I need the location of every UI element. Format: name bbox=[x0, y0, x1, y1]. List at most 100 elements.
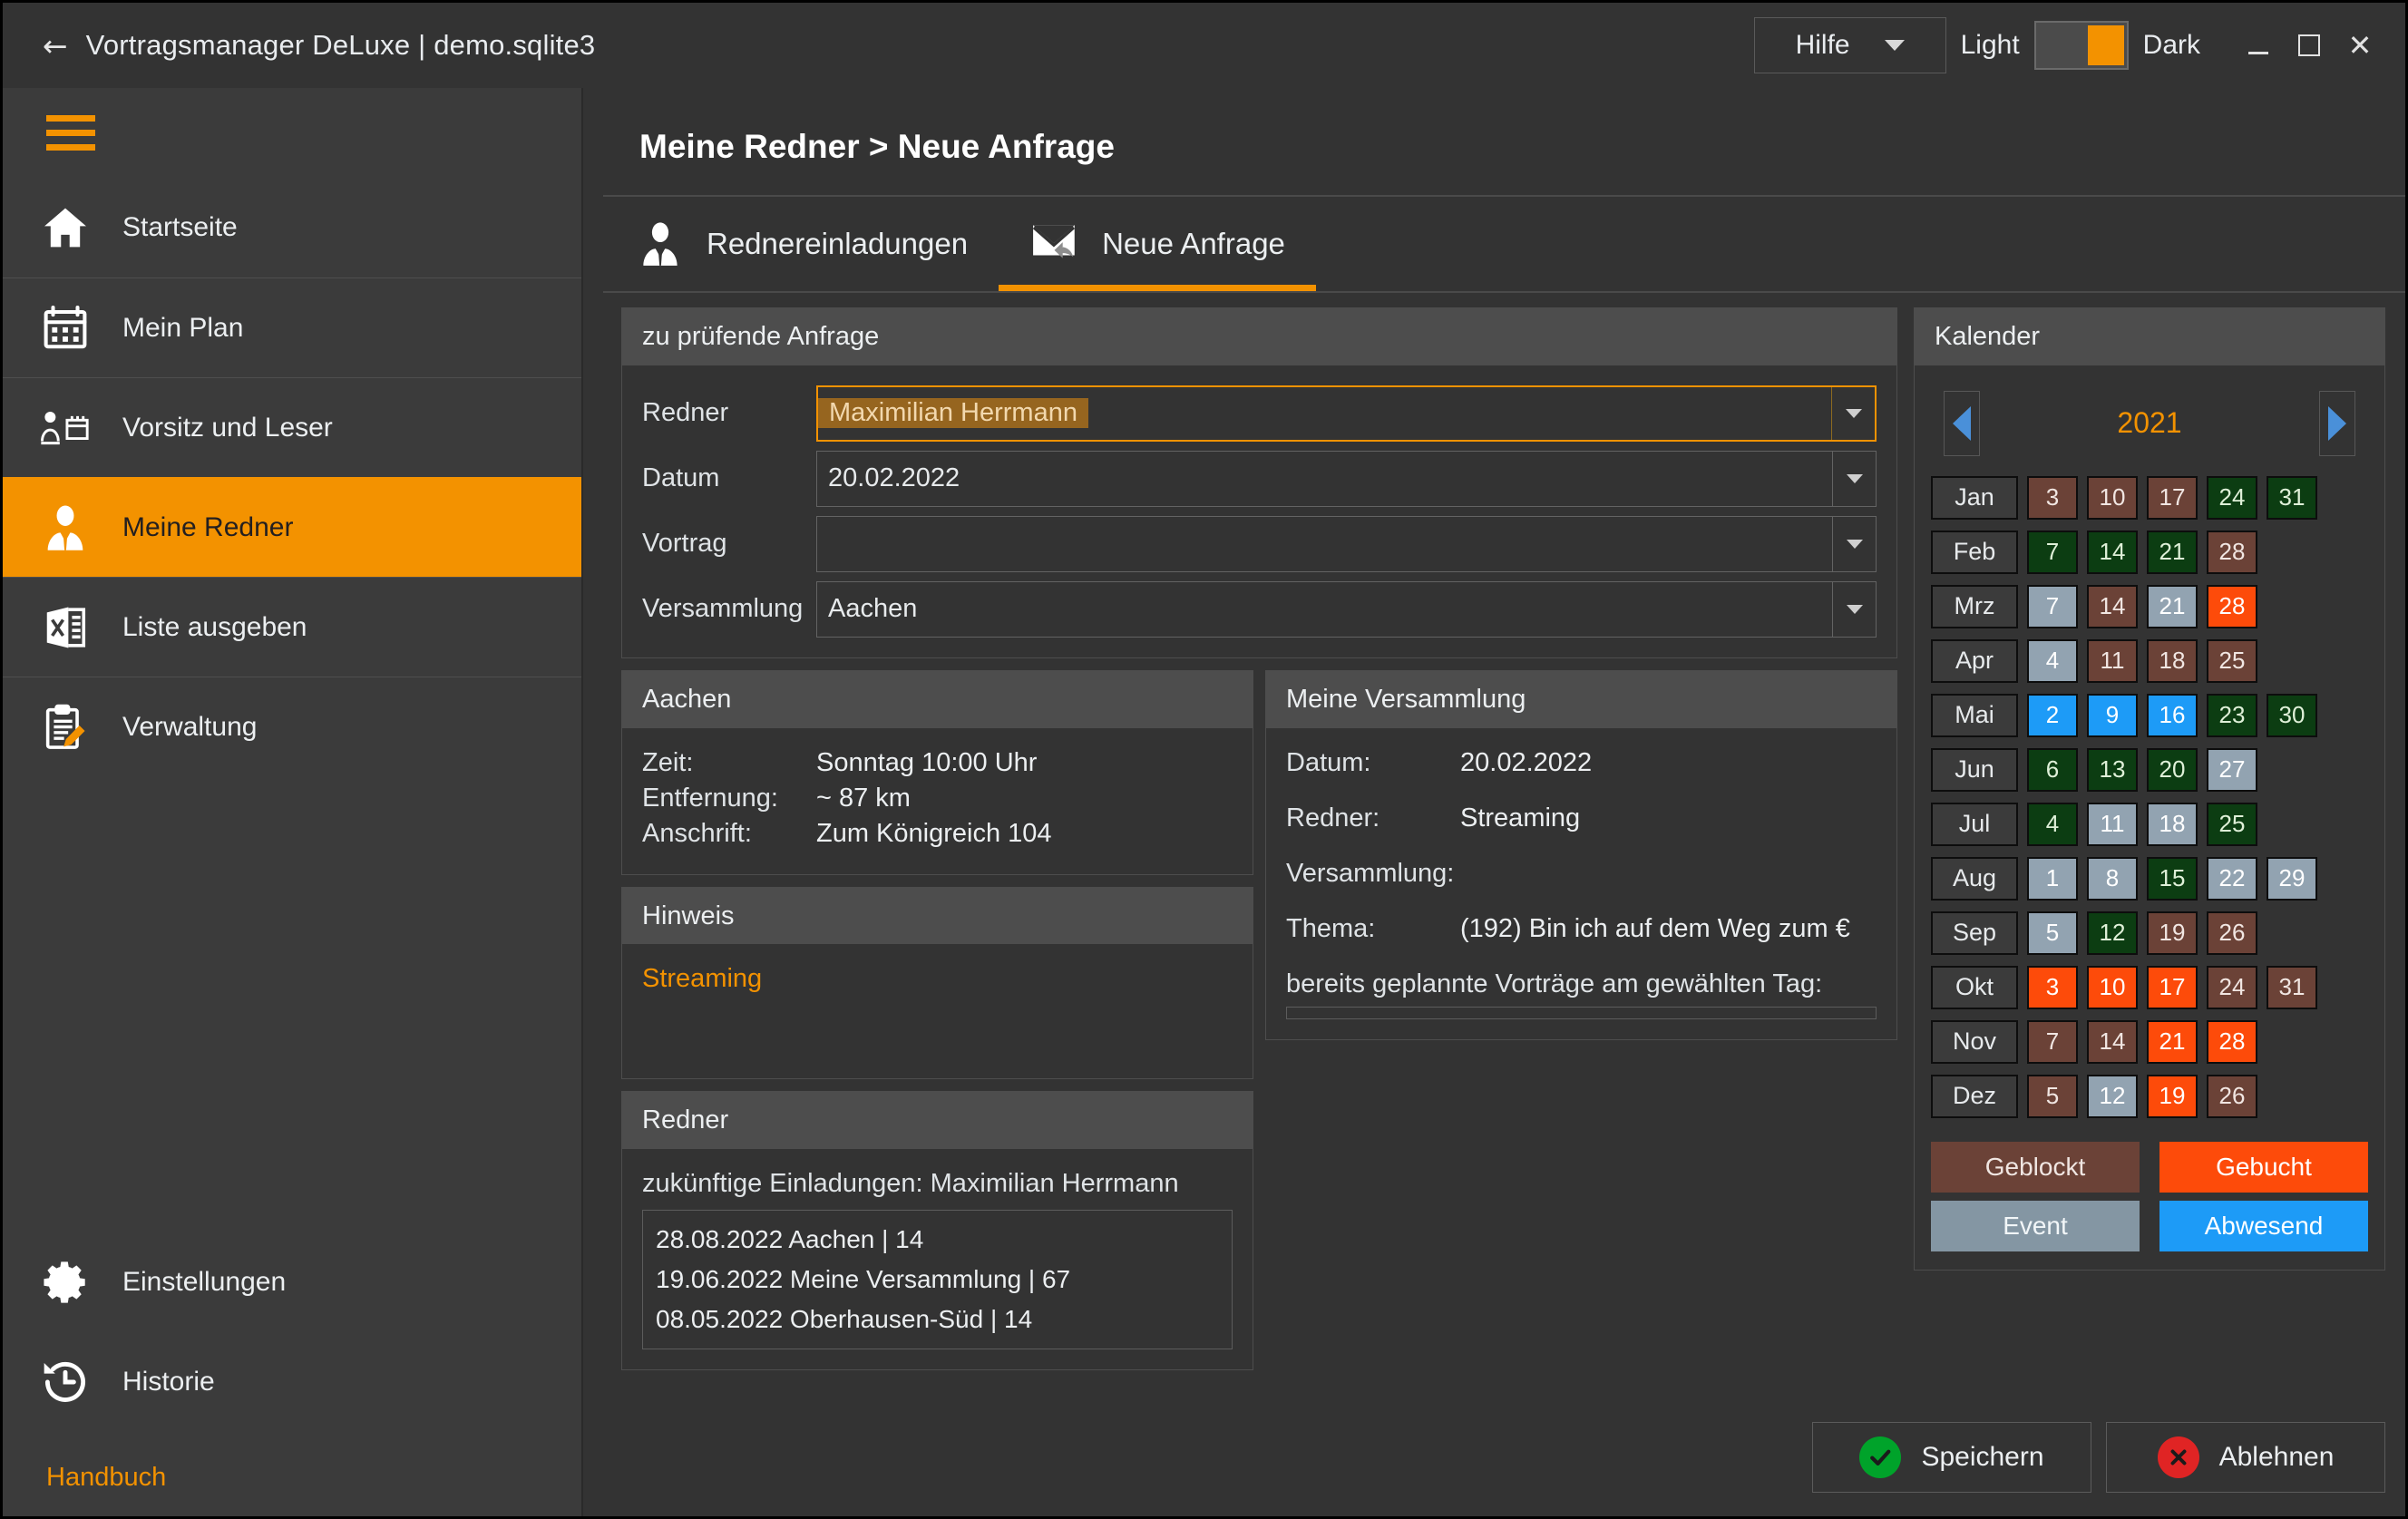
calendar-day-geblockt[interactable]: 17 bbox=[2147, 475, 2198, 520]
calendar-day-geblockt[interactable]: 14 bbox=[2087, 584, 2138, 628]
calendar-day-geblockt[interactable]: 31 bbox=[2267, 965, 2317, 1009]
calendar-day-frei[interactable]: 14 bbox=[2087, 530, 2138, 574]
calendar-day-frei[interactable]: 24 bbox=[2207, 475, 2257, 520]
tab-neue-anfrage[interactable]: Neue Anfrage bbox=[999, 197, 1316, 291]
calendar-day-frei[interactable]: 6 bbox=[2027, 747, 2078, 792]
reject-button[interactable]: Ablehnen bbox=[2106, 1422, 2385, 1493]
calendar-day-geblockt[interactable]: 3 bbox=[2027, 475, 2078, 520]
excel-icon bbox=[39, 601, 92, 654]
my-congregation-panel-title: Meine Versammlung bbox=[1266, 670, 1896, 728]
sidebar-item-historie[interactable]: Historie bbox=[3, 1332, 581, 1432]
calendar-day-frei[interactable]: 15 bbox=[2147, 856, 2198, 901]
calendar-day-frei[interactable]: 13 bbox=[2087, 747, 2138, 792]
calendar-day-geblockt[interactable]: 7 bbox=[2027, 1019, 2078, 1064]
calendar-day-geblockt[interactable]: 5 bbox=[2027, 1074, 2078, 1118]
future-invitations-list[interactable]: 28.08.2022 Aachen | 14 19.06.2022 Meine … bbox=[642, 1210, 1233, 1350]
calendar-day-frei[interactable]: 7 bbox=[2027, 530, 2078, 574]
tab-rednereinladungen[interactable]: Rednereinladungen bbox=[603, 197, 999, 291]
sidebar-item-label: Einstellungen bbox=[122, 1267, 287, 1297]
calendar-day-frei[interactable]: 25 bbox=[2207, 802, 2257, 846]
calendar-day-frei[interactable]: 12 bbox=[2087, 910, 2138, 955]
toggle-track bbox=[2038, 25, 2088, 65]
calendar-day-geblockt[interactable]: 26 bbox=[2207, 910, 2257, 955]
legend-abwesend[interactable]: Abwesend bbox=[2159, 1200, 2368, 1251]
calendar-day-geblockt[interactable]: 25 bbox=[2207, 638, 2257, 683]
minimize-icon[interactable] bbox=[2233, 20, 2284, 71]
my-congregation-row: Versammlung: bbox=[1286, 859, 1877, 889]
toggle-knob bbox=[2087, 25, 2124, 65]
chevron-down-icon[interactable] bbox=[1832, 451, 1876, 506]
hamburger-icon[interactable] bbox=[3, 88, 581, 178]
sidebar-item-einstellungen[interactable]: Einstellungen bbox=[3, 1232, 581, 1332]
save-button[interactable]: Speichern bbox=[1812, 1422, 2091, 1493]
legend-geblockt[interactable]: Geblockt bbox=[1931, 1141, 2140, 1193]
close-icon[interactable]: ✕ bbox=[2335, 20, 2385, 71]
redner-combobox[interactable]: Maximilian Herrmann bbox=[816, 385, 1877, 442]
legend-gebucht[interactable]: Gebucht bbox=[2159, 1141, 2368, 1193]
calendar-day-geblockt[interactable]: 11 bbox=[2087, 638, 2138, 683]
calendar-day-event[interactable]: 7 bbox=[2027, 584, 2078, 628]
chevron-down-icon[interactable] bbox=[1831, 386, 1875, 440]
calendar-day-event[interactable]: 4 bbox=[2027, 638, 2078, 683]
calendar-day-event[interactable]: 18 bbox=[2147, 802, 2198, 846]
next-year-button[interactable] bbox=[2319, 390, 2355, 456]
legend-event[interactable]: Event bbox=[1931, 1200, 2140, 1251]
list-item[interactable]: 28.08.2022 Aachen | 14 bbox=[656, 1220, 1219, 1260]
calendar-day-event[interactable]: 21 bbox=[2147, 584, 2198, 628]
calendar-day-event[interactable]: 5 bbox=[2027, 910, 2078, 955]
prev-year-button[interactable] bbox=[1944, 390, 1980, 456]
calendar-day-event[interactable]: 29 bbox=[2267, 856, 2317, 901]
calendar-day-frei[interactable]: 31 bbox=[2267, 475, 2317, 520]
calendar-day-gebucht[interactable]: 17 bbox=[2147, 965, 2198, 1009]
calendar-day-abwesend[interactable]: 9 bbox=[2087, 693, 2138, 737]
sidebar-item-meine-redner[interactable]: Meine Redner bbox=[3, 477, 581, 577]
calendar-day-gebucht[interactable]: 28 bbox=[2207, 1019, 2257, 1064]
calendar-day-frei[interactable]: 23 bbox=[2207, 693, 2257, 737]
back-arrow-icon[interactable]: ← bbox=[43, 31, 68, 61]
manual-link[interactable]: Handbuch bbox=[3, 1448, 581, 1516]
sidebar-item-startseite[interactable]: Startseite bbox=[3, 178, 581, 278]
calendar-day-geblockt[interactable]: 28 bbox=[2207, 530, 2257, 574]
list-item[interactable]: 19.06.2022 Meine Versammlung | 67 bbox=[656, 1260, 1219, 1300]
speaker-icon bbox=[634, 218, 687, 270]
calendar-day-event[interactable]: 27 bbox=[2207, 747, 2257, 792]
sidebar-item-liste-ausgeben[interactable]: Liste ausgeben bbox=[3, 577, 581, 677]
calendar-day-frei[interactable]: 4 bbox=[2027, 802, 2078, 846]
calendar-day-geblockt[interactable]: 26 bbox=[2207, 1074, 2257, 1118]
calendar-day-frei[interactable]: 21 bbox=[2147, 530, 2198, 574]
calendar-day-gebucht[interactable]: 10 bbox=[2087, 965, 2138, 1009]
planned-talks-list[interactable] bbox=[1286, 1006, 1877, 1019]
calendar-day-geblockt[interactable]: 24 bbox=[2207, 965, 2257, 1009]
datum-combobox[interactable]: 20.02.2022 bbox=[816, 450, 1877, 507]
calendar-day-event[interactable]: 8 bbox=[2087, 856, 2138, 901]
calendar-day-event[interactable]: 12 bbox=[2087, 1074, 2138, 1118]
chevron-down-icon[interactable] bbox=[1832, 516, 1876, 571]
maximize-icon[interactable] bbox=[2284, 20, 2335, 71]
theme-toggle-switch[interactable] bbox=[2033, 21, 2129, 70]
save-label: Speichern bbox=[1921, 1442, 2044, 1472]
sidebar-item-mein-plan[interactable]: Mein Plan bbox=[3, 278, 581, 377]
calendar-day-frei[interactable]: 30 bbox=[2267, 693, 2317, 737]
congregation-panel-body: Zeit: Sonntag 10:00 Uhr Entfernung: ~ 87… bbox=[622, 728, 1253, 874]
calendar-day-frei[interactable]: 20 bbox=[2147, 747, 2198, 792]
versammlung-combobox[interactable]: Aachen bbox=[816, 580, 1877, 638]
chevron-down-icon[interactable] bbox=[1832, 581, 1876, 637]
calendar-day-geblockt[interactable]: 18 bbox=[2147, 638, 2198, 683]
calendar-day-gebucht[interactable]: 3 bbox=[2027, 965, 2078, 1009]
calendar-day-gebucht[interactable]: 21 bbox=[2147, 1019, 2198, 1064]
calendar-day-gebucht[interactable]: 19 bbox=[2147, 1074, 2198, 1118]
calendar-day-event[interactable]: 1 bbox=[2027, 856, 2078, 901]
calendar-day-abwesend[interactable]: 16 bbox=[2147, 693, 2198, 737]
calendar-day-geblockt[interactable]: 10 bbox=[2087, 475, 2138, 520]
calendar-day-event[interactable]: 22 bbox=[2207, 856, 2257, 901]
calendar-day-gebucht[interactable]: 28 bbox=[2207, 584, 2257, 628]
list-item[interactable]: 08.05.2022 Oberhausen-Süd | 14 bbox=[656, 1300, 1219, 1339]
calendar-day-geblockt[interactable]: 19 bbox=[2147, 910, 2198, 955]
sidebar-item-vorsitz-und-leser[interactable]: Vorsitz und Leser bbox=[3, 377, 581, 477]
vortrag-combobox[interactable] bbox=[816, 515, 1877, 572]
calendar-day-event[interactable]: 11 bbox=[2087, 802, 2138, 846]
calendar-day-abwesend[interactable]: 2 bbox=[2027, 693, 2078, 737]
help-dropdown-button[interactable]: Hilfe bbox=[1753, 17, 1946, 73]
sidebar-item-verwaltung[interactable]: Verwaltung bbox=[3, 677, 581, 776]
calendar-day-geblockt[interactable]: 14 bbox=[2087, 1019, 2138, 1064]
